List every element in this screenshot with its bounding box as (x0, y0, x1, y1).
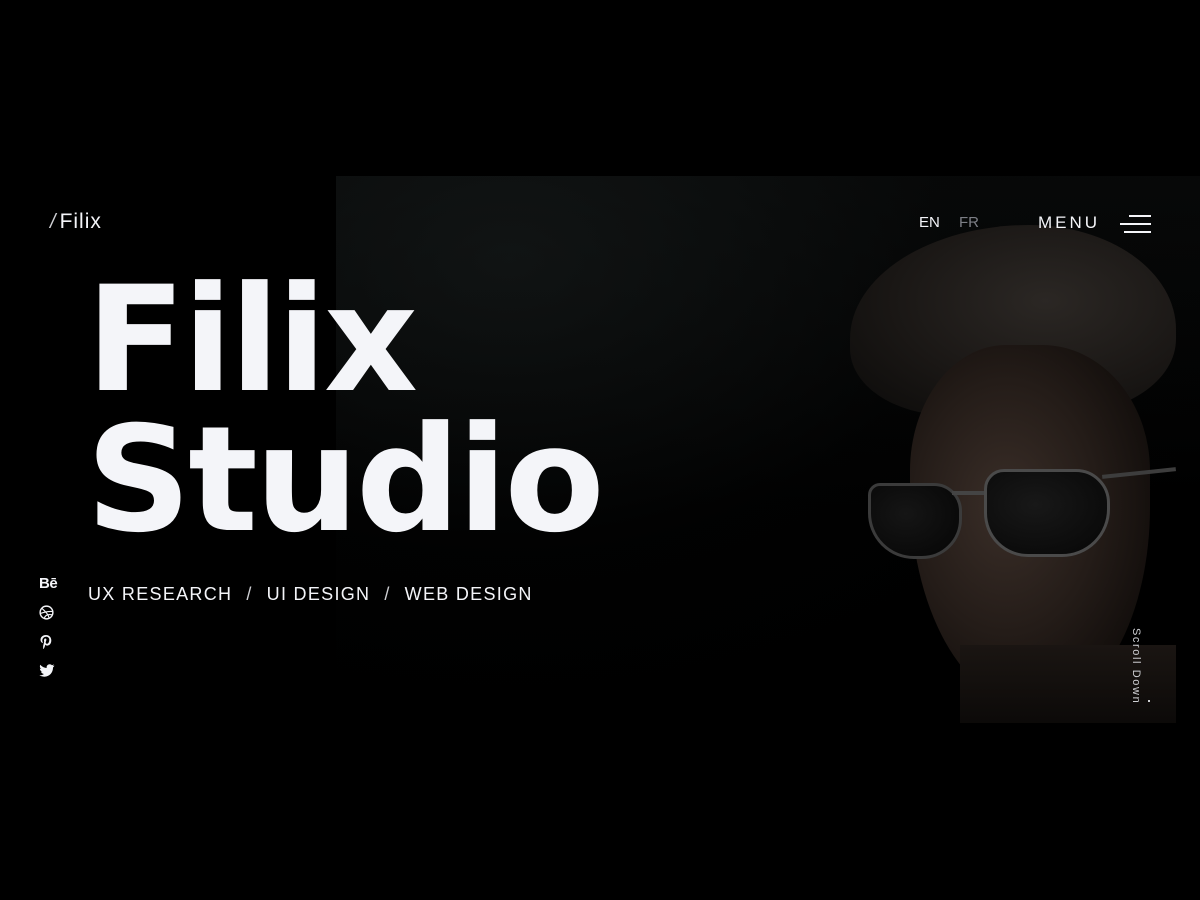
hero-title-line-2: Studio (86, 395, 605, 565)
sunglasses-left-lens (868, 483, 962, 559)
hamburger-menu-icon[interactable] (1120, 213, 1151, 235)
social-links: Bē (39, 574, 59, 680)
hero-title-line-1: Filix (86, 255, 418, 425)
service-separator: / (384, 584, 391, 604)
hero-section: / Filix EN FR MENU Filix Studio UX RESEA… (0, 0, 1200, 900)
sunglasses-right-lens (984, 469, 1110, 557)
site-logo[interactable]: / Filix (50, 210, 102, 234)
scroll-down-link[interactable]: Scroll Down (1130, 628, 1144, 708)
scroll-indicator-dot (1148, 700, 1150, 702)
language-en[interactable]: EN (919, 214, 940, 231)
twitter-icon[interactable] (39, 661, 59, 680)
scroll-down-label: Scroll Down (1130, 628, 1142, 705)
pinterest-icon[interactable] (39, 632, 59, 651)
service-web-design: WEB DESIGN (404, 584, 533, 604)
logo-text: Filix (59, 210, 102, 233)
services-list: UX RESEARCH / UI DESIGN / WEB DESIGN (88, 584, 533, 605)
behance-icon[interactable]: Bē (39, 574, 59, 593)
dribbble-icon[interactable] (39, 603, 59, 622)
service-ui-design: UI DESIGN (266, 584, 371, 604)
sunglasses-bridge (952, 491, 988, 495)
service-separator: / (246, 584, 253, 604)
hero-title: Filix Studio (86, 255, 605, 565)
hero-portrait-image (840, 225, 1176, 723)
language-fr[interactable]: FR (959, 214, 979, 231)
logo-slash: / (50, 211, 56, 233)
service-ux-research: UX RESEARCH (88, 584, 233, 604)
menu-button-label[interactable]: MENU (1038, 213, 1100, 233)
